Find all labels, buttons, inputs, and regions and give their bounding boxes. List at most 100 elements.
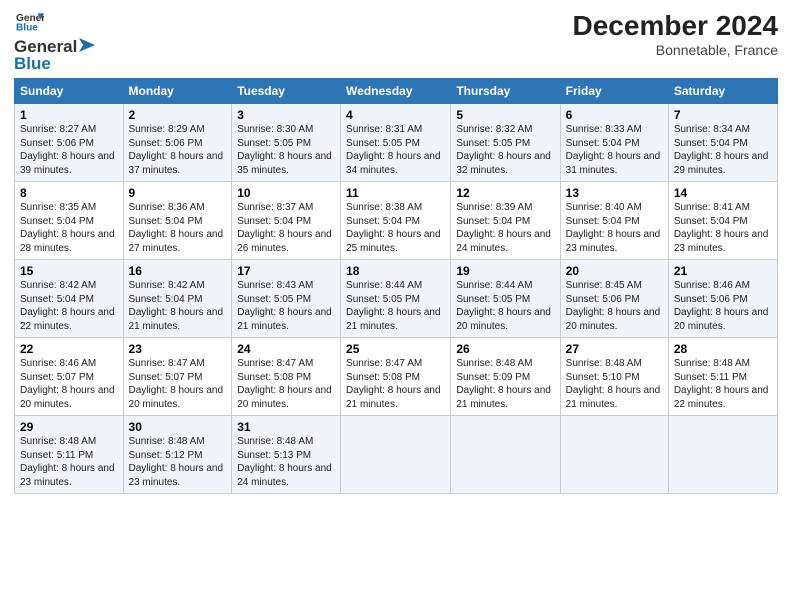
calendar-table: Sunday Monday Tuesday Wednesday Thursday… (14, 78, 778, 494)
day-number: 25 (346, 342, 445, 356)
calendar-cell: 9 Sunrise: 8:36 AMSunset: 5:04 PMDayligh… (123, 182, 232, 260)
day-detail: Sunrise: 8:38 AMSunset: 5:04 PMDaylight:… (346, 202, 441, 254)
day-number: 28 (674, 342, 772, 356)
day-detail: Sunrise: 8:37 AMSunset: 5:04 PMDaylight:… (237, 202, 332, 254)
day-detail: Sunrise: 8:40 AMSunset: 5:04 PMDaylight:… (566, 202, 661, 254)
day-number: 19 (456, 264, 554, 278)
day-detail: Sunrise: 8:48 AMSunset: 5:13 PMDaylight:… (237, 436, 332, 488)
day-detail: Sunrise: 8:33 AMSunset: 5:04 PMDaylight:… (566, 124, 661, 176)
day-number: 22 (20, 342, 118, 356)
title-section: December 2024 Bonnetable, France (573, 10, 778, 58)
calendar-week-row: 15 Sunrise: 8:42 AMSunset: 5:04 PMDaylig… (15, 260, 778, 338)
calendar-cell (560, 416, 668, 494)
calendar-cell: 22 Sunrise: 8:46 AMSunset: 5:07 PMDaylig… (15, 338, 124, 416)
day-number: 24 (237, 342, 335, 356)
day-detail: Sunrise: 8:39 AMSunset: 5:04 PMDaylight:… (456, 202, 551, 254)
day-detail: Sunrise: 8:48 AMSunset: 5:11 PMDaylight:… (20, 436, 115, 488)
calendar-cell: 16 Sunrise: 8:42 AMSunset: 5:04 PMDaylig… (123, 260, 232, 338)
day-detail: Sunrise: 8:43 AMSunset: 5:05 PMDaylight:… (237, 280, 332, 332)
day-number: 4 (346, 108, 445, 122)
day-detail: Sunrise: 8:36 AMSunset: 5:04 PMDaylight:… (129, 202, 224, 254)
day-detail: Sunrise: 8:48 AMSunset: 5:11 PMDaylight:… (674, 358, 769, 410)
calendar-cell: 1 Sunrise: 8:27 AMSunset: 5:06 PMDayligh… (15, 104, 124, 182)
calendar-cell: 25 Sunrise: 8:47 AMSunset: 5:08 PMDaylig… (341, 338, 451, 416)
day-detail: Sunrise: 8:48 AMSunset: 5:10 PMDaylight:… (566, 358, 661, 410)
calendar-cell (668, 416, 777, 494)
calendar-cell: 6 Sunrise: 8:33 AMSunset: 5:04 PMDayligh… (560, 104, 668, 182)
calendar-week-row: 1 Sunrise: 8:27 AMSunset: 5:06 PMDayligh… (15, 104, 778, 182)
calendar-week-row: 8 Sunrise: 8:35 AMSunset: 5:04 PMDayligh… (15, 182, 778, 260)
page-container: General Blue General Blue December 2024 … (0, 0, 792, 504)
day-detail: Sunrise: 8:41 AMSunset: 5:04 PMDaylight:… (674, 202, 769, 254)
day-number: 27 (566, 342, 663, 356)
day-detail: Sunrise: 8:42 AMSunset: 5:04 PMDaylight:… (129, 280, 224, 332)
day-detail: Sunrise: 8:27 AMSunset: 5:06 PMDaylight:… (20, 124, 115, 176)
month-title: December 2024 (573, 10, 778, 42)
calendar-cell: 2 Sunrise: 8:29 AMSunset: 5:06 PMDayligh… (123, 104, 232, 182)
day-detail: Sunrise: 8:35 AMSunset: 5:04 PMDaylight:… (20, 202, 115, 254)
calendar-cell: 21 Sunrise: 8:46 AMSunset: 5:06 PMDaylig… (668, 260, 777, 338)
calendar-cell: 17 Sunrise: 8:43 AMSunset: 5:05 PMDaylig… (232, 260, 341, 338)
day-number: 12 (456, 186, 554, 200)
day-detail: Sunrise: 8:45 AMSunset: 5:06 PMDaylight:… (566, 280, 661, 332)
calendar-cell (341, 416, 451, 494)
location: Bonnetable, France (573, 42, 778, 58)
day-detail: Sunrise: 8:44 AMSunset: 5:05 PMDaylight:… (456, 280, 551, 332)
day-detail: Sunrise: 8:44 AMSunset: 5:05 PMDaylight:… (346, 280, 441, 332)
day-detail: Sunrise: 8:48 AMSunset: 5:09 PMDaylight:… (456, 358, 551, 410)
day-number: 21 (674, 264, 772, 278)
day-detail: Sunrise: 8:46 AMSunset: 5:07 PMDaylight:… (20, 358, 115, 410)
day-number: 16 (129, 264, 227, 278)
day-number: 30 (129, 420, 227, 434)
calendar-cell: 11 Sunrise: 8:38 AMSunset: 5:04 PMDaylig… (341, 182, 451, 260)
calendar-cell: 12 Sunrise: 8:39 AMSunset: 5:04 PMDaylig… (451, 182, 560, 260)
logo-blue: Blue (14, 54, 95, 74)
day-number: 10 (237, 186, 335, 200)
calendar-cell: 19 Sunrise: 8:44 AMSunset: 5:05 PMDaylig… (451, 260, 560, 338)
day-number: 20 (566, 264, 663, 278)
calendar-cell: 27 Sunrise: 8:48 AMSunset: 5:10 PMDaylig… (560, 338, 668, 416)
calendar-cell: 31 Sunrise: 8:48 AMSunset: 5:13 PMDaylig… (232, 416, 341, 494)
calendar-cell: 5 Sunrise: 8:32 AMSunset: 5:05 PMDayligh… (451, 104, 560, 182)
day-detail: Sunrise: 8:48 AMSunset: 5:12 PMDaylight:… (129, 436, 224, 488)
day-number: 17 (237, 264, 335, 278)
day-number: 3 (237, 108, 335, 122)
day-number: 23 (129, 342, 227, 356)
logo: General Blue General Blue (14, 10, 95, 74)
day-number: 5 (456, 108, 554, 122)
calendar-week-row: 29 Sunrise: 8:48 AMSunset: 5:11 PMDaylig… (15, 416, 778, 494)
calendar-cell: 7 Sunrise: 8:34 AMSunset: 5:04 PMDayligh… (668, 104, 777, 182)
col-thursday: Thursday (451, 79, 560, 104)
col-tuesday: Tuesday (232, 79, 341, 104)
day-number: 8 (20, 186, 118, 200)
day-detail: Sunrise: 8:30 AMSunset: 5:05 PMDaylight:… (237, 124, 332, 176)
svg-text:Blue: Blue (16, 22, 38, 32)
day-detail: Sunrise: 8:29 AMSunset: 5:06 PMDaylight:… (129, 124, 224, 176)
col-saturday: Saturday (668, 79, 777, 104)
day-number: 6 (566, 108, 663, 122)
day-number: 31 (237, 420, 335, 434)
day-number: 9 (129, 186, 227, 200)
day-detail: Sunrise: 8:47 AMSunset: 5:08 PMDaylight:… (346, 358, 441, 410)
day-number: 26 (456, 342, 554, 356)
logo-arrow-icon (77, 38, 95, 52)
logo-icon: General Blue (16, 10, 44, 32)
calendar-cell: 15 Sunrise: 8:42 AMSunset: 5:04 PMDaylig… (15, 260, 124, 338)
calendar-cell: 20 Sunrise: 8:45 AMSunset: 5:06 PMDaylig… (560, 260, 668, 338)
day-number: 1 (20, 108, 118, 122)
day-number: 13 (566, 186, 663, 200)
calendar-cell: 23 Sunrise: 8:47 AMSunset: 5:07 PMDaylig… (123, 338, 232, 416)
day-detail: Sunrise: 8:46 AMSunset: 5:06 PMDaylight:… (674, 280, 769, 332)
day-detail: Sunrise: 8:47 AMSunset: 5:08 PMDaylight:… (237, 358, 332, 410)
day-number: 2 (129, 108, 227, 122)
day-detail: Sunrise: 8:34 AMSunset: 5:04 PMDaylight:… (674, 124, 769, 176)
calendar-cell: 14 Sunrise: 8:41 AMSunset: 5:04 PMDaylig… (668, 182, 777, 260)
header: General Blue General Blue December 2024 … (14, 10, 778, 74)
col-monday: Monday (123, 79, 232, 104)
calendar-week-row: 22 Sunrise: 8:46 AMSunset: 5:07 PMDaylig… (15, 338, 778, 416)
day-detail: Sunrise: 8:42 AMSunset: 5:04 PMDaylight:… (20, 280, 115, 332)
calendar-cell: 10 Sunrise: 8:37 AMSunset: 5:04 PMDaylig… (232, 182, 341, 260)
calendar-cell: 4 Sunrise: 8:31 AMSunset: 5:05 PMDayligh… (341, 104, 451, 182)
calendar-cell: 3 Sunrise: 8:30 AMSunset: 5:05 PMDayligh… (232, 104, 341, 182)
calendar-cell: 30 Sunrise: 8:48 AMSunset: 5:12 PMDaylig… (123, 416, 232, 494)
